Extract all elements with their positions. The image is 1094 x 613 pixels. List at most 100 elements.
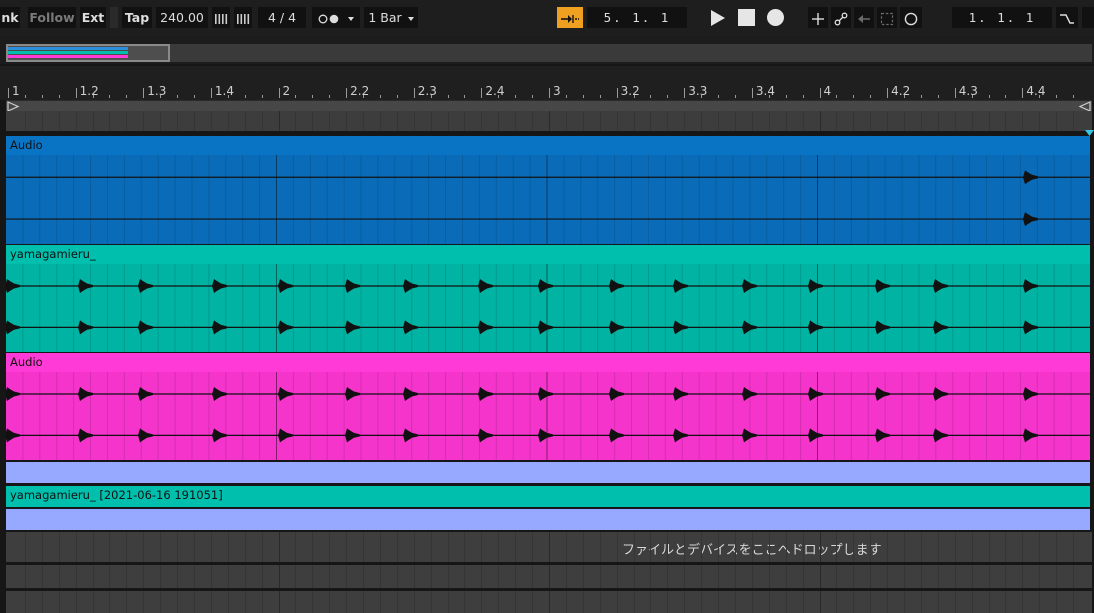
time-signature-field[interactable]: 4 / 4 [258,7,306,28]
grid-line [565,111,567,131]
grid-line [109,532,111,562]
clip-name: yamagamieru_ [10,247,96,261]
grid-line [650,591,652,613]
grid-line [515,111,517,131]
track-clip-4[interactable] [6,462,1090,483]
empty-lane[interactable] [6,591,1092,613]
ruler-label: 4.4 [1026,84,1046,98]
grid-line [920,565,922,588]
loop-start-field[interactable]: 1. 1. 1 [952,7,1052,28]
ruler-tick [413,88,415,98]
grid-line [802,565,804,588]
ruler-subtick [261,95,263,98]
ruler-subtick [718,95,720,98]
ruler-subtick [785,95,787,98]
overdub-button[interactable] [808,7,828,28]
follow-arrangement-button[interactable] [557,7,583,28]
grid-line [1022,565,1024,588]
ruler-subtick [565,95,567,98]
ruler-subtick [904,95,906,98]
grid-line [684,565,686,588]
session-record-button[interactable] [900,7,922,28]
grid-line [109,111,111,131]
automation-arm-button[interactable] [831,7,851,28]
grid-line [143,532,145,562]
grid-line [582,565,584,588]
grid-line [177,111,179,131]
drop-area[interactable]: ファイルとデバイスをここへドロップします [6,532,1092,562]
nudge-down-icon [215,13,228,24]
track-clip-6[interactable] [6,509,1090,530]
chevron-down-icon [407,16,414,21]
follow-button[interactable]: Follow [28,7,76,28]
overview-window[interactable] [6,44,170,62]
capture-midi-button[interactable] [877,7,897,28]
track-clip-2[interactable]: yamagamieru_ [6,245,1090,352]
loop-switch-button[interactable] [1082,7,1094,28]
grid-line [1022,111,1024,131]
grid-line [616,565,618,588]
grid-line [379,532,381,562]
grid-line [244,565,246,588]
tempo-nudge-up-button[interactable] [234,7,252,28]
ext-sync-button[interactable]: Ext [80,7,106,28]
back-to-arrangement-button[interactable] [854,7,874,28]
grid-line [75,591,77,613]
track-clip-5[interactable]: yamagamieru_ [2021-06-16 191051] [6,486,1090,507]
grid-line [109,565,111,588]
ruler-subtick [937,95,939,98]
grid-line [24,111,26,131]
play-button[interactable] [708,9,728,27]
locators-lane[interactable] [6,111,1092,131]
ruler-tick [549,88,550,98]
quantize-dropdown[interactable]: 1 Bar [364,7,418,28]
grid-line [396,532,398,562]
metronome-button[interactable] [312,7,360,28]
arrangement-position-field[interactable]: 5. 1. 1 [587,7,687,28]
grid-line [684,591,686,613]
ruler-subtick [768,95,770,98]
grid-line [633,111,635,131]
grid-line [785,111,787,131]
grid-line [549,532,550,562]
grid-line [904,111,906,131]
grid-line [210,591,212,613]
grid-line [261,591,263,613]
grid-line [481,591,483,613]
track-clip-3[interactable]: Audio [6,353,1090,460]
divider [110,7,118,28]
grid-line [481,532,483,562]
ruler-tick [210,88,212,98]
stop-button[interactable] [738,9,755,26]
empty-lane[interactable] [6,565,1092,588]
record-button[interactable] [767,9,784,26]
grid-line [853,532,855,562]
grid-line [278,532,280,562]
grid-line [870,532,872,562]
ruler-tick [346,88,348,98]
loop-start-value: 1. 1. 1 [968,10,1036,25]
grid-line [24,532,26,562]
grid-line [160,565,162,588]
tempo-field[interactable]: 240.00 [156,7,208,28]
grid-line [549,591,550,613]
grid-line [599,565,601,588]
punch-in-button[interactable] [1056,7,1078,28]
grid-line [565,532,567,562]
grid-line [937,532,939,562]
link-button[interactable]: nk [0,7,20,28]
grid-line [295,591,297,613]
grid-line [143,565,145,588]
grid-line [464,591,466,613]
tempo-nudge-down-button[interactable] [212,7,230,28]
grid-line [599,591,601,613]
grid-line [312,565,314,588]
ruler-tick [751,88,753,98]
grid-line [447,565,449,588]
tap-tempo-button[interactable]: Tap [122,7,152,28]
track-clip-1[interactable]: Audio [6,136,1090,244]
grid-line [92,565,94,588]
grid-line [193,591,195,613]
grid-line [261,111,263,131]
grid-line [430,111,432,131]
